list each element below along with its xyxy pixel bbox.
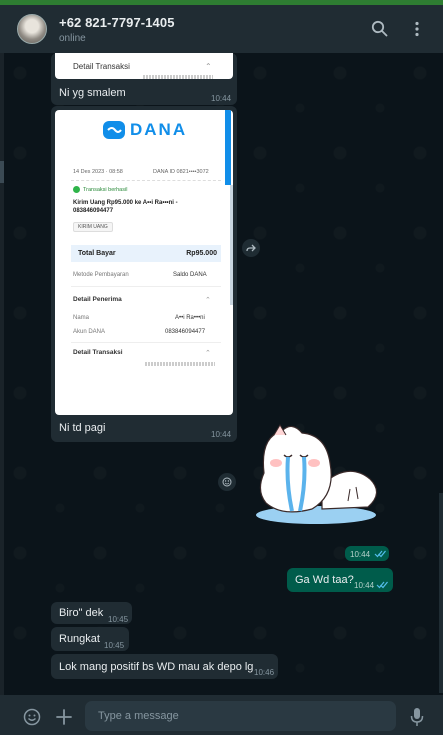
left-scroll-thumb[interactable] [0, 161, 4, 183]
emoji-icon[interactable] [23, 708, 41, 726]
microphone-icon[interactable] [409, 707, 425, 727]
message-text: Biro" dek [59, 607, 104, 619]
receipt-image-top[interactable]: Detail Transaksi ⌃ [55, 53, 233, 79]
chat-area[interactable]: Detail Transaksi ⌃ Ni yg smalem 10:44 DA… [0, 53, 443, 695]
cat-sticker[interactable] [252, 423, 384, 527]
receipt-scrollbar [230, 185, 233, 305]
total-value: Rp95.000 [186, 250, 217, 257]
message-text: Lok mang positif bs WD mau ak depo lg [59, 661, 254, 673]
receipt-divider [71, 180, 221, 181]
method-label: Metode Pembayaran [73, 272, 129, 278]
masked-text [143, 75, 213, 79]
receipt-dana-id: DANA ID 0821••••3072 [153, 169, 209, 175]
sticker-emoji-icon[interactable] [218, 473, 236, 491]
message-input-placeholder: Type a message [98, 710, 179, 722]
method-value: Saldo DANA [173, 272, 207, 278]
transaction-section-title: Detail Transaksi [73, 349, 123, 356]
receipt-section-title: Detail Transaksi [73, 62, 130, 71]
success-check-icon [73, 186, 80, 193]
menu-dots-icon[interactable] [407, 19, 427, 39]
message-input[interactable]: Type a message [85, 701, 396, 731]
masked-text [145, 362, 215, 366]
incoming-message[interactable]: Lok mang positif bs WD mau ak depo lg 10… [51, 654, 278, 679]
dana-logo-text: DANA [130, 120, 188, 139]
incoming-message[interactable]: Rungkat 10:45 [51, 627, 129, 651]
incoming-message[interactable]: Biro" dek 10:45 [51, 602, 132, 624]
read-ticks-icon [374, 550, 386, 558]
sticker-time-badge: 10:44 [345, 546, 389, 561]
image-message[interactable]: Detail Transaksi ⌃ Ni yg smalem 10:44 [51, 53, 237, 105]
receipt-divider [71, 342, 221, 343]
account-label: Akun DANA [73, 329, 106, 335]
image-message[interactable]: DANA 14 Des 2023 · 08:58 DANA ID 0821•••… [51, 106, 237, 442]
receipt-title: Kirim Uang Rp95.000 ke A••i Ra•••ni - 08… [73, 200, 178, 214]
message-text: Ga Wd taa? [295, 574, 354, 586]
forward-icon[interactable] [242, 239, 260, 257]
composer-bar: Type a message [0, 695, 443, 735]
name-value: A••i Ra•••ni [175, 315, 205, 321]
attach-plus-icon[interactable] [56, 709, 72, 725]
message-time: 10:44 [211, 430, 232, 439]
message-time: 10:44 [350, 550, 371, 559]
total-label: Total Bayar [78, 250, 116, 257]
receipt-date: 14 Des 2023 · 08:58 [73, 169, 123, 175]
dana-receipt-image[interactable]: DANA 14 Des 2023 · 08:58 DANA ID 0821•••… [55, 110, 233, 415]
message-text: Rungkat [59, 633, 100, 645]
chevron-up-icon: ⌃ [205, 350, 211, 357]
read-ticks-icon [376, 581, 388, 589]
message-time: 10:45 [108, 615, 129, 624]
dana-logo-icon [103, 121, 125, 139]
name-label: Nama [73, 315, 90, 321]
message-time: 10:44 [354, 581, 375, 590]
account-value: 083846094477 [165, 329, 206, 335]
message-caption: Ni td pagi [59, 422, 106, 434]
contact-status: online [59, 32, 86, 44]
outgoing-message[interactable]: Ga Wd taa? 10:44 [287, 568, 393, 592]
contact-avatar[interactable] [17, 14, 47, 44]
message-time: 10:45 [104, 641, 125, 650]
chevron-up-icon: ⌃ [205, 297, 211, 304]
receipt-status: Transaksi berhasil [83, 187, 128, 193]
receipt-side-bar [225, 110, 231, 185]
chat-header: +62 821-7797-1405 online [0, 5, 443, 53]
message-caption: Ni yg smalem [59, 87, 126, 99]
left-scroll-track [0, 53, 4, 695]
recipient-section-title: Detail Penerima [73, 296, 122, 303]
contact-name: +62 821-7797-1405 [59, 14, 175, 30]
contact-info[interactable]: +62 821-7797-1405 online [59, 15, 175, 44]
message-time: 10:44 [211, 94, 232, 103]
message-time: 10:46 [254, 668, 275, 677]
receipt-divider [71, 286, 221, 287]
total-row: Total Bayar Rp95.000 [71, 245, 221, 262]
receipt-tag: KIRIM UANG [73, 222, 113, 232]
message-scrollbar[interactable] [439, 493, 443, 693]
chevron-up-icon: ⌃ [205, 62, 212, 71]
search-icon[interactable] [370, 19, 390, 39]
